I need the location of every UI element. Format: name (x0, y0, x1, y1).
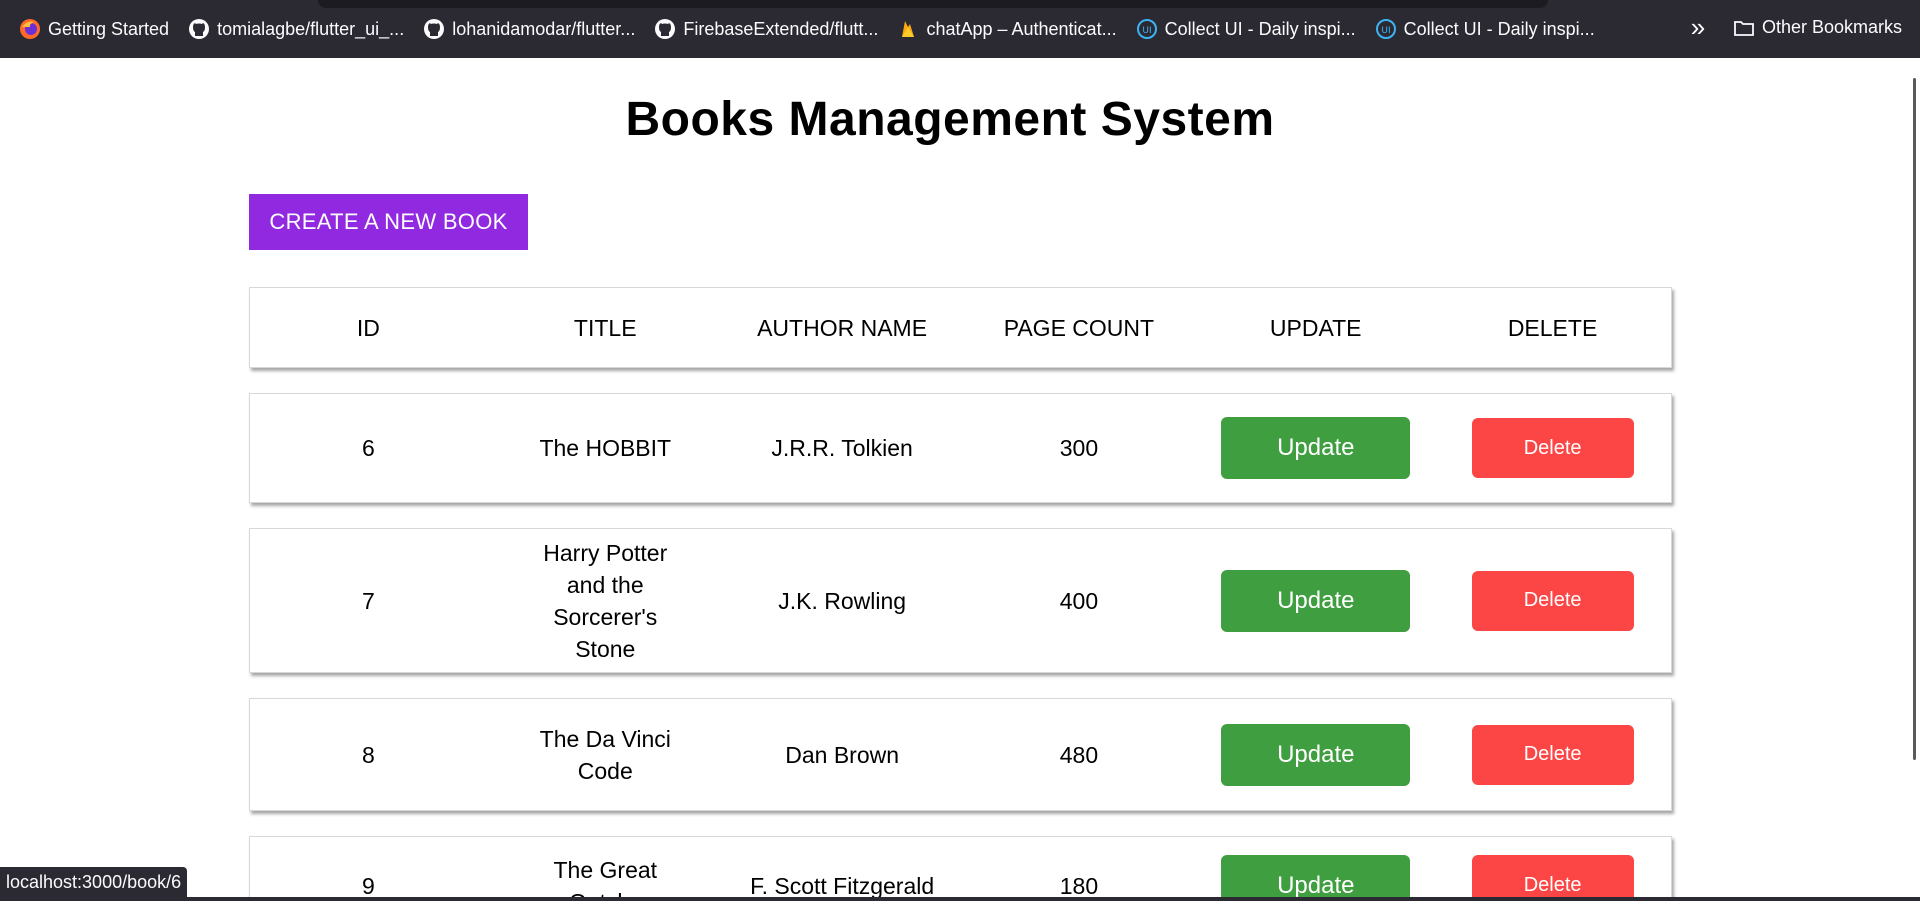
other-bookmarks-label: Other Bookmarks (1761, 17, 1902, 37)
update-button[interactable]: Update (1221, 855, 1411, 901)
other-bookmarks[interactable]: Other Bookmarks (1732, 16, 1902, 40)
delete-button[interactable]: Delete (1471, 570, 1634, 631)
firefox-icon (18, 17, 42, 41)
status-url: localhost:3000/book/6 (0, 867, 188, 897)
bookmark-label: tomialagbe/flutter_ui_... (217, 18, 405, 39)
bookmark-label: chatApp – Authenticat... (926, 18, 1117, 39)
bookmark-collectui-1[interactable]: UI Collect UI - Daily inspi... (1135, 12, 1364, 46)
bookmark-getting-started[interactable]: Getting Started (18, 12, 177, 46)
table-row: 7 Harry Potter and the Sorcerer's Stone … (249, 528, 1672, 673)
update-cell: Update (1197, 855, 1434, 901)
book-id: 6 (362, 435, 375, 461)
delete-button[interactable]: Delete (1471, 724, 1634, 785)
delete-cell: Delete (1434, 855, 1671, 901)
bookmark-tomialagbe[interactable]: tomialagbe/flutter_ui_... (187, 12, 412, 46)
firebase-icon (896, 17, 920, 41)
github-icon (422, 17, 446, 41)
table-row: 9 The Great Gatsby F. Scott Fitzgerald 1… (249, 836, 1672, 901)
delete-cell: Delete (1434, 724, 1671, 785)
create-book-button[interactable]: CREATE A NEW BOOK (249, 194, 528, 250)
bookmark-label: Getting Started (48, 18, 170, 39)
window-bottom-edge (0, 897, 1920, 901)
update-cell: Update (1197, 569, 1434, 632)
delete-button[interactable]: Delete (1471, 855, 1634, 901)
book-title: Harry Potter and the Sorcerer's Stone (543, 539, 668, 662)
bookmark-label: Collect UI - Daily inspi... (1164, 18, 1356, 39)
book-page-count: 180 (1059, 873, 1099, 899)
github-icon (653, 17, 677, 41)
github-icon (187, 17, 211, 41)
book-author: Dan Brown (785, 741, 900, 768)
header-delete: DELETE (1507, 314, 1598, 341)
book-author: J.K. Rowling (778, 587, 907, 614)
header-author: AUTHOR NAME (757, 314, 928, 341)
book-title: The Great Gatsby (553, 857, 658, 901)
vertical-scrollbar[interactable] (1902, 58, 1920, 901)
book-author: J.R.R. Tolkien (771, 435, 913, 461)
book-title: The HOBBIT (539, 435, 672, 461)
book-page-count: 400 (1059, 587, 1099, 614)
bookmark-label: FirebaseExtended/flutt... (683, 18, 879, 39)
bookmark-label: Collect UI - Daily inspi... (1403, 18, 1595, 39)
update-cell: Update (1197, 723, 1434, 786)
book-page-count: 480 (1059, 741, 1099, 768)
header-title: TITLE (573, 314, 637, 341)
book-id: 8 (362, 741, 375, 768)
svg-text:UI: UI (1381, 26, 1390, 36)
delete-cell: Delete (1434, 418, 1671, 478)
table-row: 8 The Da Vinci Code Dan Brown 480 Update… (249, 698, 1672, 811)
svg-text:UI: UI (1142, 26, 1151, 36)
bookmarks-bar: Getting Started tomialagbe/flutter_ui_..… (0, 0, 1920, 58)
chevron-double-right-icon[interactable]: » (1678, 12, 1718, 43)
bookmark-label: lohanidamodar/flutter... (452, 18, 636, 39)
folder-icon (1732, 16, 1756, 40)
bookmark-lohanidamodar[interactable]: lohanidamodar/flutter... (422, 12, 643, 46)
bookmark-collectui-2[interactable]: UI Collect UI - Daily inspi... (1374, 12, 1603, 46)
update-cell: Update (1197, 417, 1434, 479)
scrollbar-thumb[interactable] (1913, 78, 1916, 760)
collectui-icon: UI (1135, 17, 1159, 41)
header-page-count: PAGE COUNT (1003, 314, 1155, 341)
update-button[interactable]: Update (1221, 723, 1411, 786)
table-row: 6 The HOBBIT J.R.R. Tolkien 300 Update D… (249, 393, 1672, 503)
delete-cell: Delete (1434, 570, 1671, 631)
table-header-row: ID TITLE AUTHOR NAME PAGE COUNT UPDATE D… (249, 287, 1672, 368)
collectui-icon: UI (1374, 17, 1398, 41)
book-page-count: 300 (1059, 435, 1099, 461)
page-title: Books Management System (625, 93, 1275, 146)
bookmark-firebaseextended[interactable]: FirebaseExtended/flutt... (653, 12, 886, 46)
update-button[interactable]: Update (1221, 569, 1411, 632)
header-id: ID (356, 314, 380, 341)
bookmark-chatapp[interactable]: chatApp – Authenticat... (896, 12, 1124, 46)
bookmarks-overflow: » Other Bookmarks (1678, 12, 1920, 43)
book-author: F. Scott Fitzgerald (750, 873, 935, 899)
book-title: The Da Vinci Code (539, 725, 671, 784)
delete-button[interactable]: Delete (1471, 418, 1634, 478)
header-update: UPDATE (1269, 314, 1362, 341)
book-id: 7 (362, 587, 375, 614)
tab-strip-edge (318, 0, 1548, 8)
book-id: 9 (362, 873, 375, 899)
update-button[interactable]: Update (1221, 417, 1411, 479)
